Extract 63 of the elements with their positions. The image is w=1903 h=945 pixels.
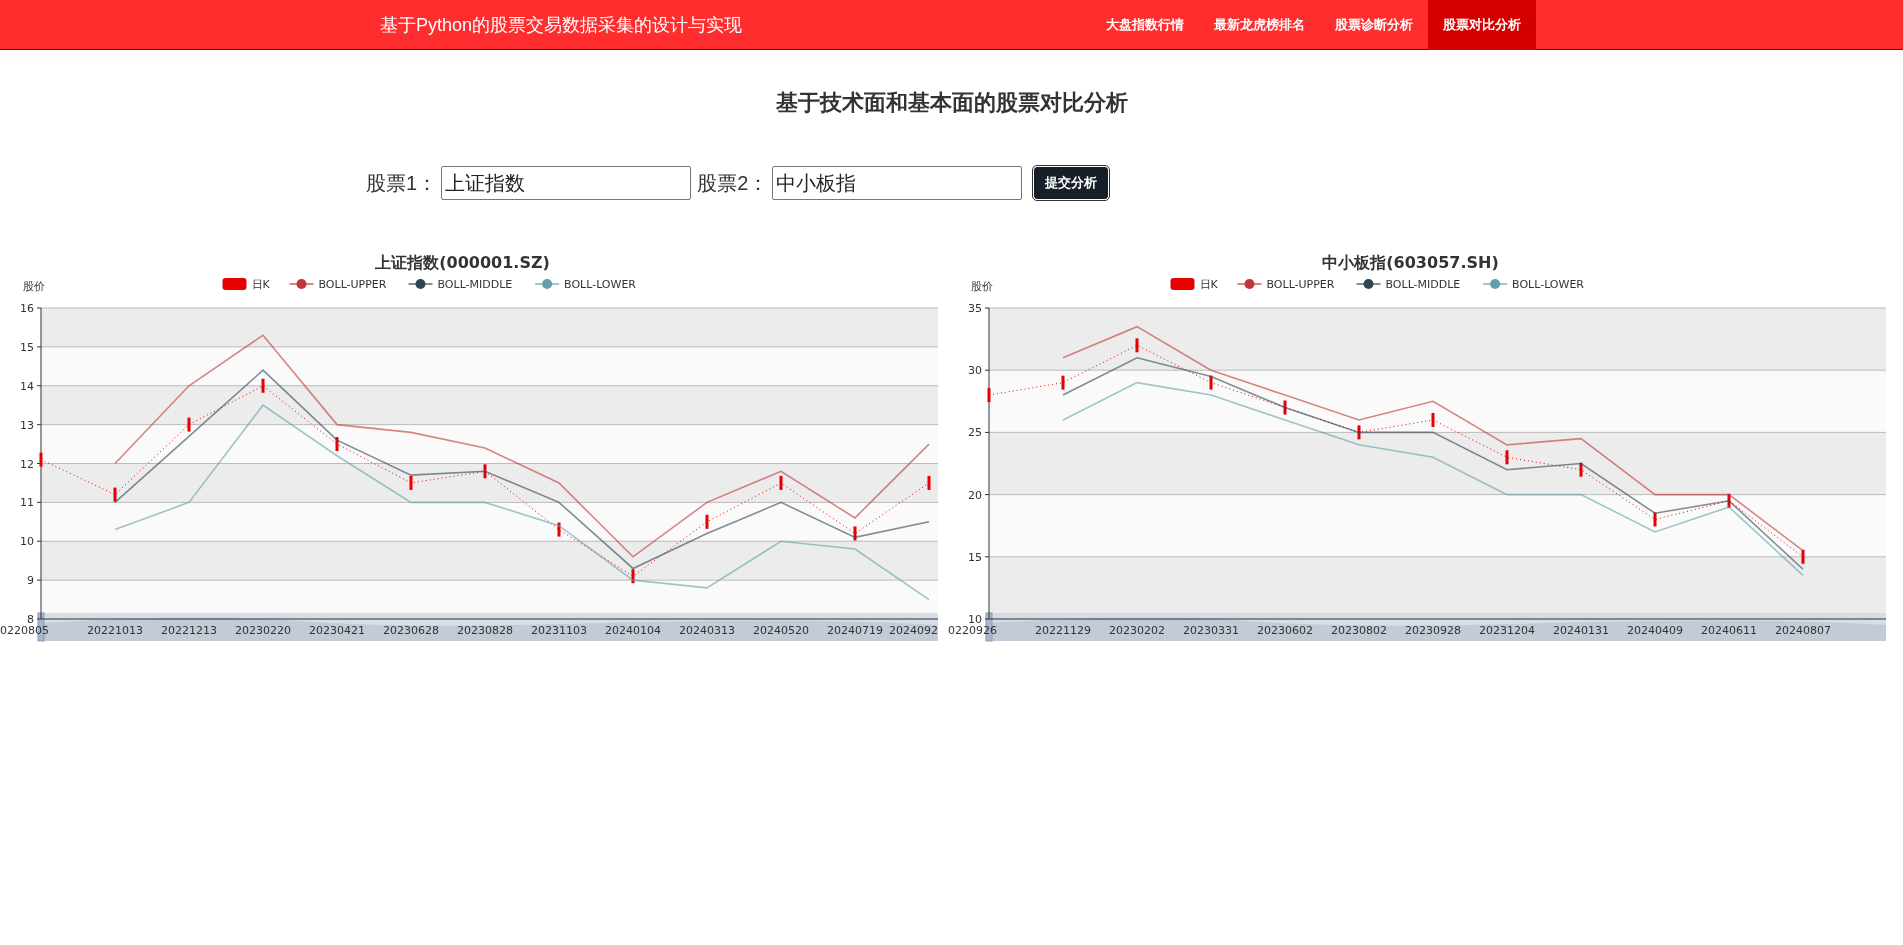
axis-label: 20240807 (1775, 624, 1831, 637)
axis-label: 20240313 (679, 624, 735, 637)
nav-tab[interactable]: 股票对比分析 (1428, 0, 1536, 50)
legend-label[interactable]: BOLL-UPPER (1266, 278, 1335, 291)
axis-label: 20230202 (1109, 624, 1165, 637)
axis-label: 20221013 (87, 624, 143, 637)
axis-label: 10 (20, 535, 34, 549)
stock-input[interactable]: 中小板指 (772, 166, 1023, 200)
axis-label: 20230220 (235, 624, 291, 637)
stock-input[interactable]: 上证指数 (441, 166, 692, 200)
axis-label: 2024092 (889, 624, 938, 637)
axis-label: 15 (968, 550, 982, 564)
axis-label: 15 (20, 340, 34, 354)
axis-label: 20240131 (1553, 624, 1609, 637)
field-label: 股票1： (366, 170, 438, 196)
legend-label[interactable]: BOLL-LOWER (1512, 278, 1584, 291)
axis-label: 8 (27, 613, 34, 626)
axis-label: 20230628 (383, 624, 439, 637)
axis-label: 0220926 (948, 624, 997, 637)
chart-title: 上证指数(000001.SZ) (375, 253, 550, 272)
axis-label: 20240409 (1627, 624, 1683, 637)
axis-label: 20230828 (457, 624, 513, 637)
axis-label: 13 (20, 418, 34, 432)
axis-label: 10 (968, 613, 982, 626)
legend-label[interactable]: BOLL-MIDDLE (437, 278, 513, 291)
field-label: 股票2： (697, 170, 769, 196)
axis-title: 股价 (971, 280, 993, 293)
legend-label[interactable]: BOLL-MIDDLE (1385, 278, 1461, 291)
axis-label: 20240611 (1701, 624, 1757, 637)
axis-label: 12 (20, 457, 34, 471)
axis-label: 35 (968, 302, 982, 315)
axis-label: 0220805 (0, 624, 49, 637)
axis-label: 14 (20, 379, 34, 393)
axis-label: 20 (968, 488, 982, 502)
axis-label: 20230802 (1331, 624, 1387, 637)
legend-label[interactable]: BOLL-UPPER (318, 278, 387, 291)
axis-label: 20230602 (1257, 624, 1313, 637)
chart-title: 中小板指(603057.SH) (1322, 253, 1499, 272)
axis-label: 20230331 (1183, 624, 1239, 637)
nav-tab[interactable]: 大盘指数行情 (1091, 0, 1199, 50)
axis-label: 20231204 (1479, 624, 1535, 637)
legend-label[interactable]: BOLL-LOWER (564, 278, 636, 291)
axis-label: 9 (27, 574, 34, 588)
axis-label: 20240520 (753, 624, 809, 637)
axis-label: 11 (20, 496, 34, 510)
site-title: 基于Python的股票交易数据采集的设计与实现 (380, 13, 744, 37)
axis-label: 25 (968, 426, 982, 440)
axis-label: 20230928 (1405, 624, 1461, 637)
axis-label: 20240104 (605, 624, 661, 637)
submit-button[interactable]: 提交分析 (1034, 167, 1109, 199)
legend-label[interactable]: 日K (1199, 278, 1218, 291)
axis-label: 20231103 (531, 624, 587, 637)
axis-label: 20240719 (827, 624, 883, 637)
legend-label[interactable]: 日K (251, 278, 270, 291)
axis-title: 股价 (23, 280, 45, 293)
nav-tab[interactable]: 股票诊断分析 (1320, 0, 1428, 50)
nav-tab[interactable]: 最新龙虎榜排名 (1199, 0, 1320, 50)
axis-label: 20221213 (161, 624, 217, 637)
page-heading: 基于技术面和基本面的股票对比分析 (775, 89, 1128, 117)
axis-label: 30 (968, 364, 982, 378)
axis-label: 20221129 (1035, 624, 1091, 637)
axis-label: 16 (20, 302, 34, 315)
axis-label: 20230421 (309, 624, 365, 637)
